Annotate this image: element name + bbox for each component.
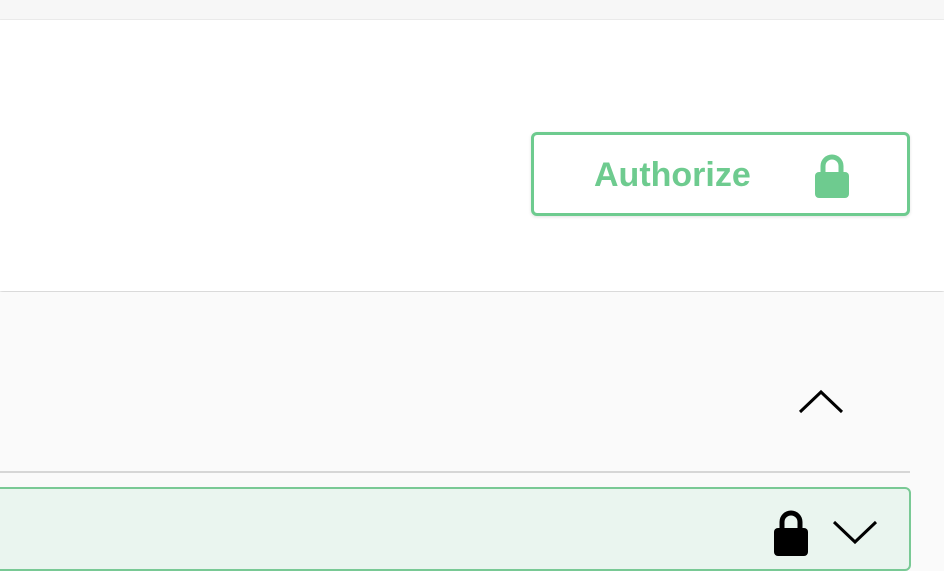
chevron-down-icon[interactable]	[830, 514, 880, 546]
top-strip	[0, 0, 944, 20]
authorize-button[interactable]: Authorize	[531, 132, 910, 216]
lock-icon[interactable]	[771, 508, 811, 556]
authorize-label: Authorize	[594, 156, 751, 194]
chevron-up-icon[interactable]	[796, 386, 846, 418]
lock-icon	[815, 154, 849, 198]
section-divider	[0, 471, 910, 473]
